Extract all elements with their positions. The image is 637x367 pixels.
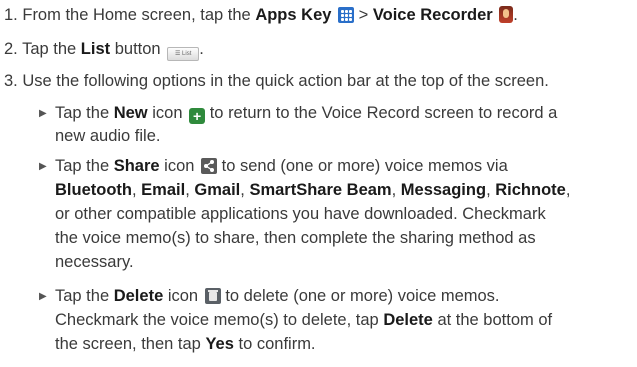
voice-recorder-label: Voice Recorder xyxy=(372,6,493,24)
step-1: 1. From the Home screen, tap the Apps Ke… xyxy=(4,5,518,25)
voice-recorder-icon xyxy=(499,6,514,23)
apps-key-icon xyxy=(338,7,355,23)
bluetooth-label: Bluetooth xyxy=(55,181,132,199)
step-2-end: . xyxy=(199,40,204,58)
bullet-new-line-2: new audio file. xyxy=(55,127,161,145)
comma: , xyxy=(391,181,397,199)
gmail-label: Gmail xyxy=(194,181,241,199)
bullet-share-line-2: Bluetooth, Email, Gmail, SmartShare Beam… xyxy=(55,180,570,200)
new-label: New xyxy=(113,104,148,122)
share-icon xyxy=(201,158,218,174)
comma: , xyxy=(185,181,190,199)
bullet-delete-icon-word: icon xyxy=(167,287,199,305)
bullet-delete-line-2: Checkmark the voice memo(s) to delete, t… xyxy=(55,310,552,330)
bullet-delete-line-3: the screen, then tap Yes to confirm. xyxy=(55,334,316,354)
richnote-label: Richnote xyxy=(495,181,566,199)
bullet-new-icon-word: icon xyxy=(152,104,183,122)
step-1-end: . xyxy=(513,6,518,24)
bullet-delete-line-2-end: at the bottom of xyxy=(437,311,553,329)
comma: , xyxy=(486,181,491,199)
bullet-delete-desc: to delete (one or more) voice memos. xyxy=(225,287,500,305)
comma: , xyxy=(131,181,137,199)
apps-key-label: Apps Key xyxy=(255,6,332,24)
trash-icon xyxy=(204,288,221,304)
bullet-share: Tap the Share icon to send (one or more)… xyxy=(55,156,508,176)
bullet-share-text: Tap the xyxy=(55,157,110,175)
step-2-text: Tap the xyxy=(22,40,77,58)
delete-label-2: Delete xyxy=(383,311,433,329)
step-2: 2. Tap the List button ☰ List. xyxy=(4,39,204,61)
separator: > xyxy=(358,6,369,24)
bullet-share-line-5: necessary. xyxy=(55,253,134,271)
bullet-marker: ▶ xyxy=(39,161,47,172)
email-label: Email xyxy=(141,181,186,199)
step-1-text: From the Home screen, tap the xyxy=(22,6,251,24)
bullet-marker: ▶ xyxy=(39,108,47,119)
share-label: Share xyxy=(113,157,160,175)
new-icon: + xyxy=(189,108,206,124)
bullet-delete-line-3-text: the screen, then tap xyxy=(55,335,201,353)
bullet-delete-text: Tap the xyxy=(55,287,110,305)
step-3: 3. Use the following options in the quic… xyxy=(4,71,549,91)
bullet-new-text: Tap the xyxy=(55,104,110,122)
step-2-number: 2. xyxy=(4,40,18,58)
list-label: List xyxy=(80,40,111,58)
bullet-share-line-4: the voice memo(s) to share, then complet… xyxy=(55,229,536,247)
bullet-delete-line-2-text: Checkmark the voice memo(s) to delete, t… xyxy=(55,311,379,329)
messaging-label: Messaging xyxy=(400,181,487,199)
bullet-new-desc: to return to the Voice Record screen to … xyxy=(209,104,558,122)
list-button-icon: ☰ List xyxy=(167,47,200,61)
step-3-text: Use the following options in the quick a… xyxy=(22,72,549,90)
step-1-number: 1. xyxy=(4,6,18,24)
bullet-delete-line-3-end: to confirm. xyxy=(238,335,316,353)
bullet-delete: Tap the Delete icon to delete (one or mo… xyxy=(55,286,500,306)
step-2-mid: button xyxy=(114,40,161,58)
smartshare-beam-label: SmartShare Beam xyxy=(249,181,392,199)
yes-label: Yes xyxy=(205,335,234,353)
bullet-share-desc: to send (one or more) voice memos via xyxy=(221,157,508,175)
bullet-share-icon-word: icon xyxy=(164,157,195,175)
bullet-marker: ▶ xyxy=(39,291,47,302)
delete-label: Delete xyxy=(113,287,164,305)
step-3-number: 3. xyxy=(4,72,18,90)
bullet-share-line-3: or other compatible applications you hav… xyxy=(55,205,546,223)
comma: , xyxy=(240,181,245,199)
comma: , xyxy=(565,181,571,199)
bullet-new: Tap the New icon + to return to the Voic… xyxy=(55,103,557,124)
